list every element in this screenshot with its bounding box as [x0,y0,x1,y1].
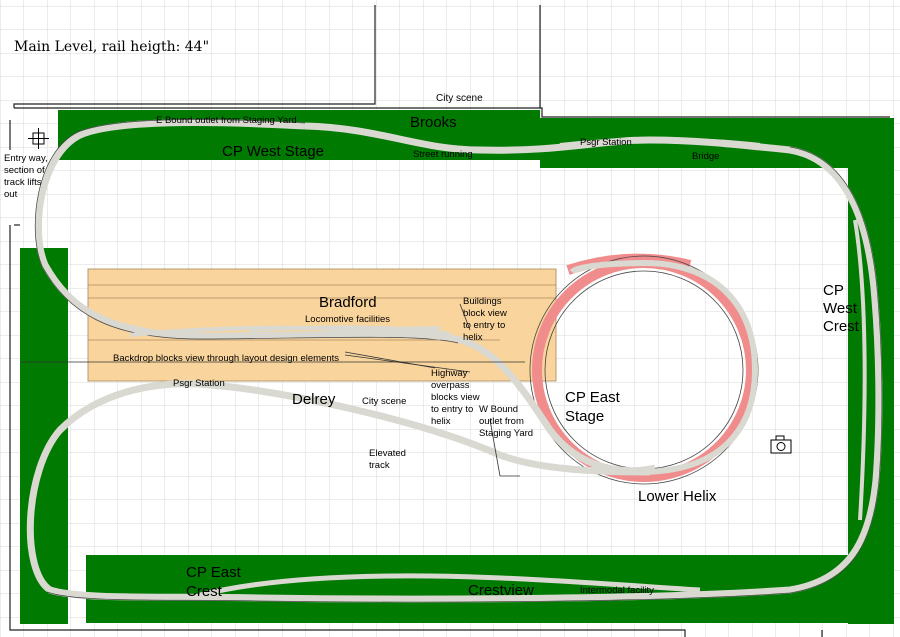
svg-text:blocks view: blocks view [431,392,480,403]
svg-text:outlet from: outlet from [479,416,524,427]
label-lower-helix: Lower Helix [638,488,717,505]
svg-text:section of: section of [4,165,45,176]
benchwork-left [20,248,68,624]
svg-text:Entry way,: Entry way, [4,153,48,164]
label-cp-west-stage: CP West Stage [222,143,324,160]
svg-text:Crest: Crest [823,318,860,335]
label-backdrop-blocks: Backdrop blocks view through layout desi… [113,353,339,364]
svg-text:to entry to: to entry to [463,320,505,331]
label-psgr-station-mid: Psgr Station [173,378,225,389]
label-e-bound-outlet: E Bound outlet from Staging Yard [156,115,297,126]
label-bridge: Bridge [692,151,719,162]
label-locomotive-facilities: Locomotive facilities [305,314,390,325]
svg-text:Highway: Highway [431,368,468,379]
label-crestview: Crestview [468,582,534,599]
label-city-scene-top: City scene [436,93,483,104]
page-title: Main Level, rail heigth: 44" [14,39,209,55]
svg-text:to entry to: to entry to [431,404,473,415]
label-street-running: Street running [413,149,473,160]
svg-text:Buildings: Buildings [463,296,502,307]
label-city-scene-mid: City scene [362,396,406,407]
svg-text:block view: block view [463,308,507,319]
svg-text:Crest: Crest [186,583,223,600]
svg-text:track lifts: track lifts [4,177,42,188]
svg-text:CP East: CP East [186,564,242,581]
svg-text:helix: helix [431,416,451,427]
svg-text:helix: helix [463,332,483,343]
svg-text:overpass: overpass [431,380,470,391]
svg-text:W Bound: W Bound [479,404,518,415]
svg-text:Staging Yard: Staging Yard [479,428,533,439]
label-bradford: Bradford [319,294,377,311]
svg-text:Stage: Stage [565,408,604,425]
label-psgr-station-top: Psgr Station [580,137,632,148]
track-plan-canvas: Main Level, rail heigth: 44" City scene … [0,0,900,637]
label-delrey: Delrey [292,391,336,408]
label-brooks: Brooks [410,114,457,131]
svg-text:CP East: CP East [565,389,621,406]
svg-text:CP: CP [823,282,844,299]
svg-text:out: out [4,189,18,200]
svg-text:track: track [369,460,390,471]
svg-text:West: West [823,300,858,317]
track-plan-svg: Main Level, rail heigth: 44" City scene … [0,0,900,637]
svg-text:Elevated: Elevated [369,448,406,459]
label-intermodal-facility: Intermodal facility [580,585,654,596]
